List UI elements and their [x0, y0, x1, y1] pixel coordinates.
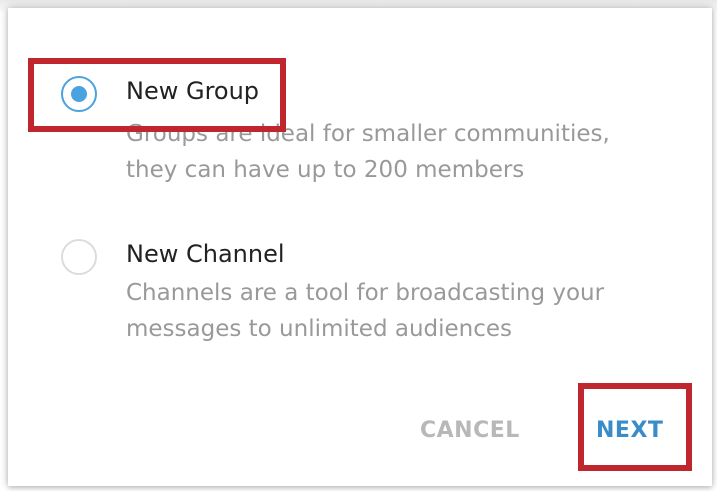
screenshot-stage: New Group Groups are ideal for smaller c…	[0, 0, 717, 491]
new-chat-type-dialog: New Group Groups are ideal for smaller c…	[8, 8, 712, 486]
new-group-title: New Group	[126, 77, 260, 105]
new-channel-radio[interactable]	[61, 239, 97, 275]
description-line: Groups are ideal for smaller communities…	[126, 121, 610, 147]
radio-selected-dot	[71, 86, 87, 102]
new-group-radio[interactable]	[61, 76, 97, 112]
cancel-button[interactable]: CANCEL	[420, 418, 520, 443]
new-group-description: Groups are ideal for smaller communities…	[126, 116, 686, 188]
new-channel-title: New Channel	[126, 240, 285, 268]
next-button[interactable]: NEXT	[596, 418, 663, 443]
option-new-channel[interactable]: New Channel Channels are a tool for broa…	[8, 223, 712, 353]
new-channel-description: Channels are a tool for broadcasting you…	[126, 275, 686, 347]
description-line: Channels are a tool for broadcasting you…	[126, 280, 605, 306]
option-new-group[interactable]: New Group Groups are ideal for smaller c…	[8, 8, 712, 198]
description-line: they can have up to 200 members	[126, 157, 525, 183]
description-line: messages to unlimited audiences	[126, 316, 513, 342]
